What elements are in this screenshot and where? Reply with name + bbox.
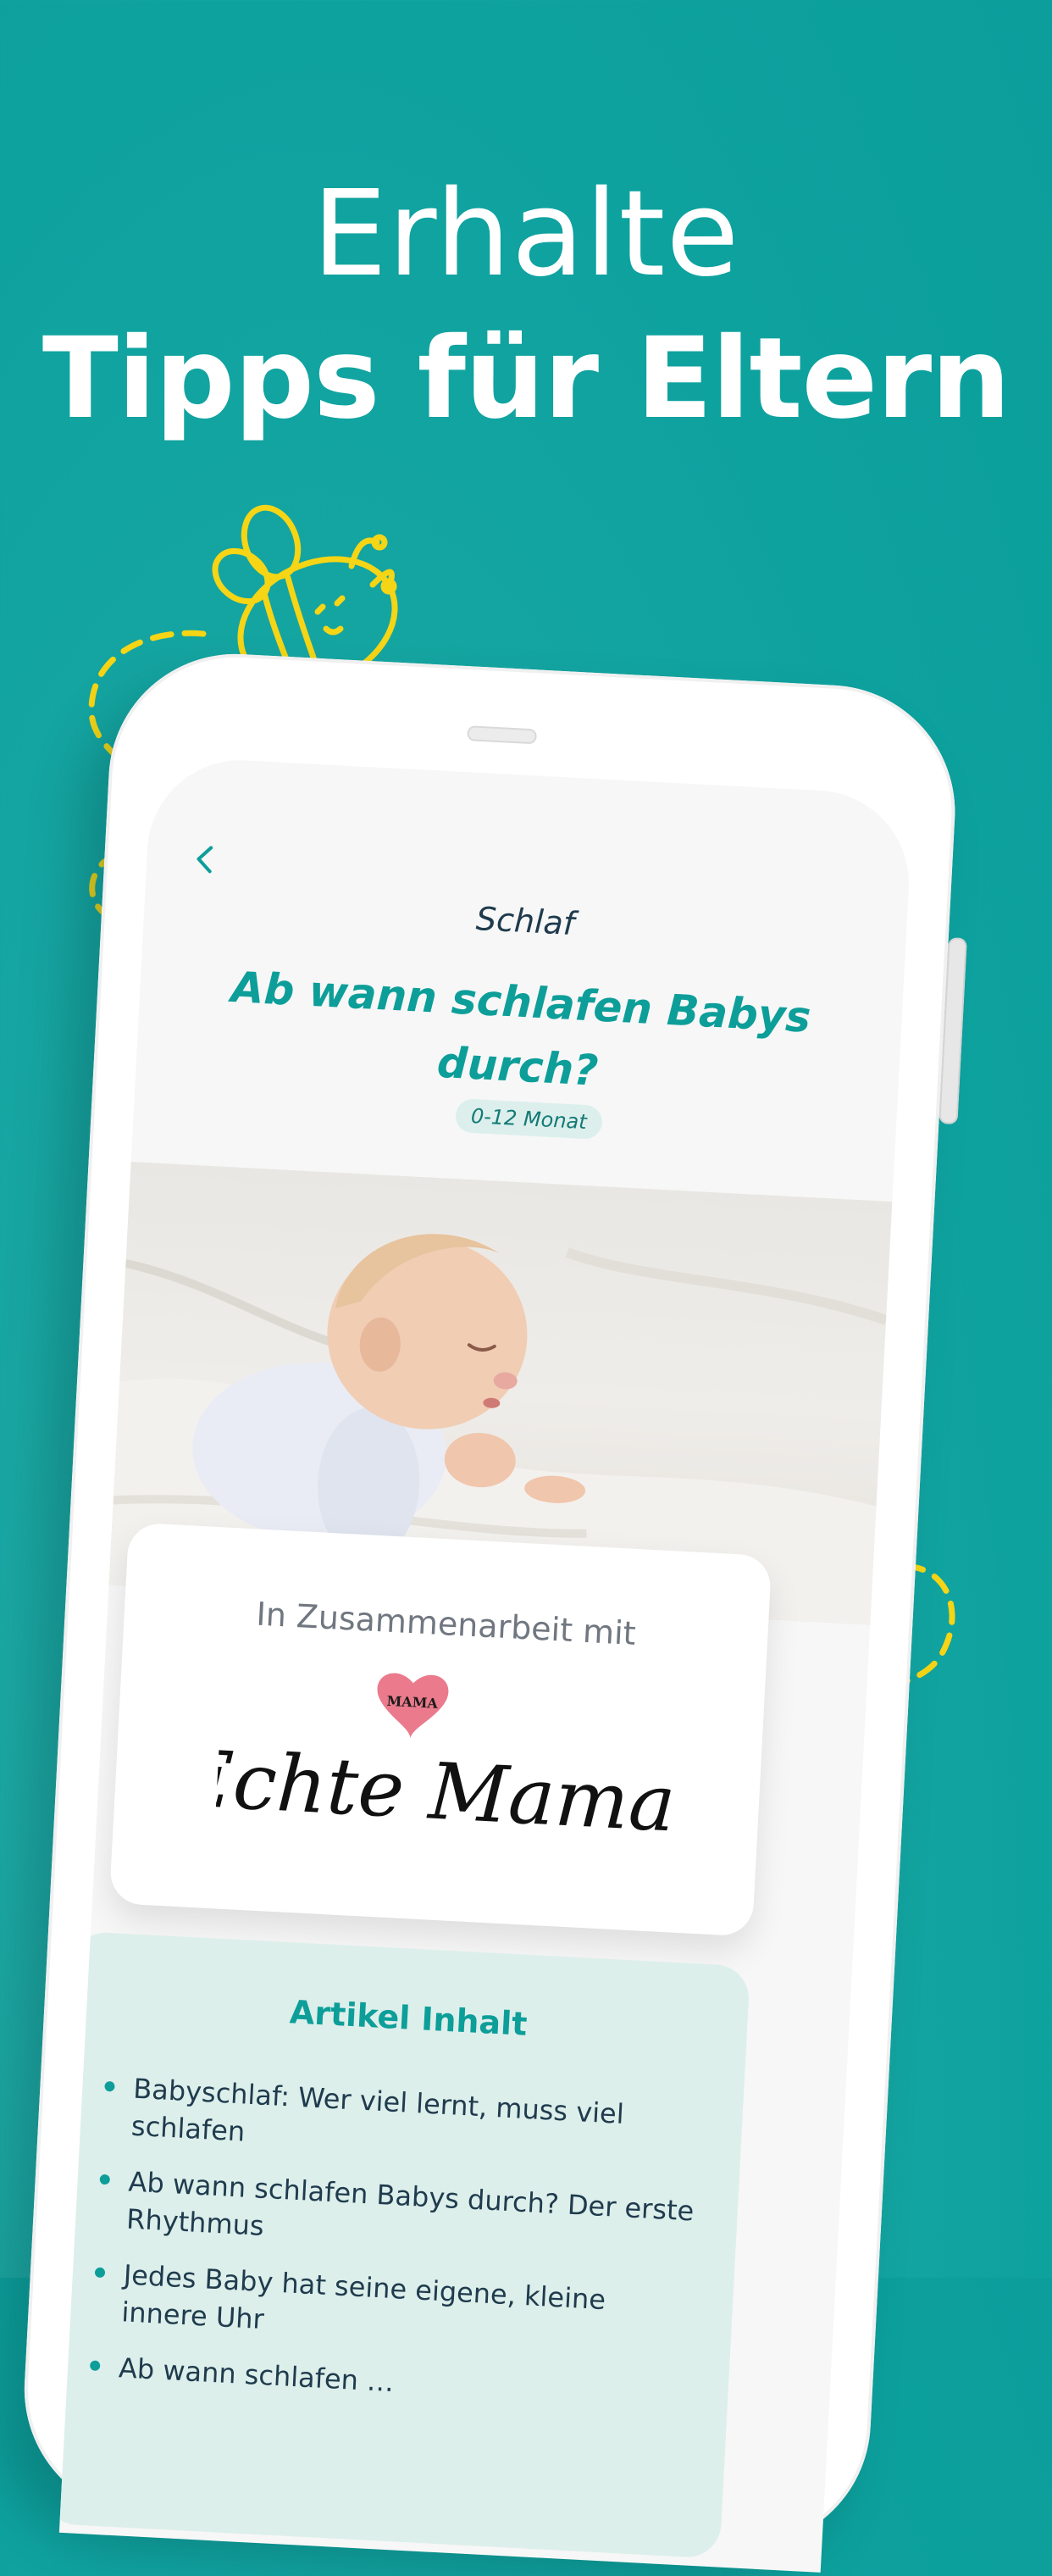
toc-item[interactable]: Ab wann schlafen Babys durch? Der erste … xyxy=(91,2161,705,2268)
app-screen: Schlaf Ab wann schlafen Babys durch? 0-1… xyxy=(58,755,914,2573)
article-title: Ab wann schlafen Babys durch? xyxy=(230,962,812,1096)
age-badge: 0-12 Monat xyxy=(455,1098,603,1141)
toc-item[interactable]: Ab wann schlafen … xyxy=(84,2347,695,2417)
toc-list: Babyschlaf: Wer viel lernt, muss viel sc… xyxy=(83,2068,710,2435)
bullet-dot-icon xyxy=(99,2174,111,2185)
bullet-dot-icon xyxy=(104,2080,115,2092)
phone-mockup: Schlaf Ab wann schlafen Babys durch? 0-1… xyxy=(18,647,967,2573)
article-contents: Artikel Inhalt Babyschlaf: Wer viel lern… xyxy=(58,1930,750,2559)
toc-item[interactable]: Babyschlaf: Wer viel lernt, muss viel sc… xyxy=(97,2068,710,2175)
partner-card[interactable]: In Zusammenarbeit mit MAMA Echte Mamas xyxy=(108,1522,772,1937)
toc-title: Artikel Inhalt xyxy=(288,1993,529,2043)
toc-item-label: Babyschlaf: Wer viel lernt, muss viel sc… xyxy=(130,2072,625,2148)
partner-label: In Zusammenarbeit mit xyxy=(255,1595,637,1652)
toc-item[interactable]: Jedes Baby hat seine eigene, kleine inne… xyxy=(87,2254,700,2361)
chevron-left-icon[interactable] xyxy=(184,838,226,880)
bullet-dot-icon xyxy=(89,2360,101,2372)
toc-item-label: Jedes Baby hat seine eigene, kleine inne… xyxy=(120,2258,606,2336)
echte-mamas-logo: MAMA Echte Mamas xyxy=(213,1673,681,1852)
logo-small-text: MAMA xyxy=(386,1693,439,1712)
toc-item-label: Ab wann schlafen Babys durch? Der erste … xyxy=(125,2165,695,2242)
article-category: Schlaf xyxy=(474,899,576,943)
logo-name-text: Echte Mamas xyxy=(213,1733,680,1852)
toc-item-label: Ab wann schlafen … xyxy=(118,2351,396,2399)
bullet-dot-icon xyxy=(94,2267,106,2279)
